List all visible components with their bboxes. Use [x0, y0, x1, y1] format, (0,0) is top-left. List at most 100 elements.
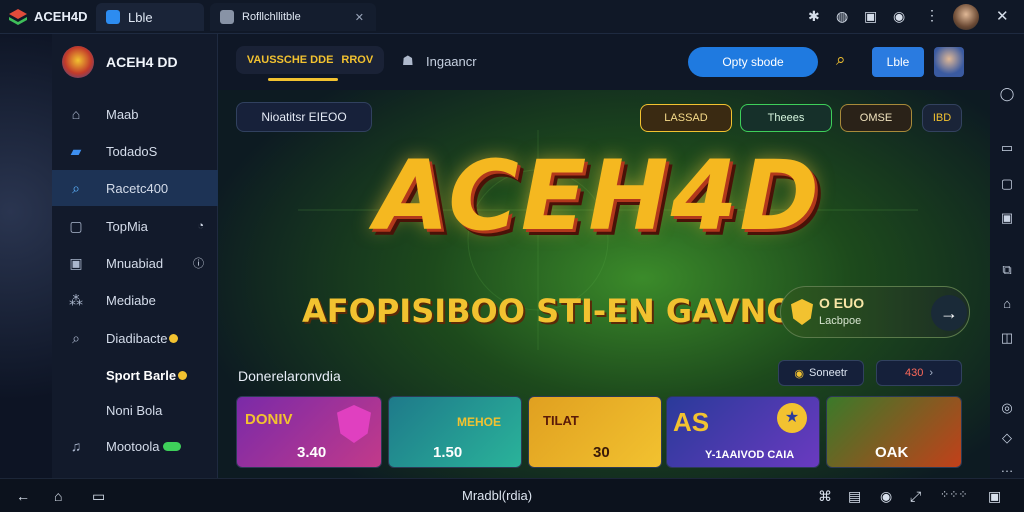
login-button[interactable]: Lble	[872, 47, 924, 77]
game-card-4[interactable]: AS ★ Y-1AAIVOD CAIA	[666, 396, 820, 468]
page-icon	[220, 10, 234, 24]
sidebar-item-bola[interactable]: Noni Bola	[52, 392, 218, 428]
tab-main[interactable]: Lble	[96, 3, 204, 31]
keyboard-icon[interactable]: ▣	[999, 210, 1015, 226]
close-icon[interactable]: ✕	[355, 11, 364, 24]
settings-icon[interactable]: ◉	[893, 8, 905, 25]
sidebar-item-label: Noni Bola	[106, 402, 163, 418]
sidebar: ACEH4 DD ⌂ Maab ▰ TodadoS ⌕ Racetc400 ▢ …	[52, 34, 218, 478]
game-card-5[interactable]: OAK	[826, 396, 962, 468]
sidebar-item-label: TopMia	[106, 218, 148, 234]
keyboard-icon[interactable]: ▤	[848, 488, 861, 505]
card-value: OAK	[875, 444, 909, 461]
chat-icon: ▢	[69, 217, 83, 234]
chip-3[interactable]: OMSE	[840, 104, 912, 132]
filter-icon: ◉	[794, 367, 805, 380]
main-content: VAUSSCHE DDE RROV ☗ Ingaancr Opty sbode …	[218, 34, 990, 478]
arrow-right-icon[interactable]: →	[931, 295, 967, 331]
app-title: ACEH4D	[34, 9, 88, 24]
fullscreen-icon[interactable]: ▢	[999, 176, 1015, 192]
sidebar-item-home[interactable]: ⌂ Maab	[52, 96, 218, 132]
globe-icon[interactable]: ◍	[836, 8, 848, 25]
location-icon[interactable]: ◉	[880, 488, 892, 505]
shield-icon	[791, 299, 813, 325]
top-nav: VAUSSCHE DDE RROV ☗ Ingaancr Opty sbode …	[218, 34, 990, 90]
tab-url[interactable]: Rofllchllitble ✕	[210, 3, 376, 31]
location-icon[interactable]: ◇	[999, 430, 1015, 446]
chip-label: OMSE	[859, 112, 893, 124]
search-button-label: Opty sbode	[722, 55, 784, 69]
sidebar-item-sport[interactable]: Sport Barle	[52, 357, 218, 393]
fullscreen-icon[interactable]: ▣	[988, 488, 1001, 505]
chip-2[interactable]: Theees	[740, 104, 832, 132]
filter-value: 430	[904, 367, 924, 379]
filter-value-button[interactable]: 430 ›	[876, 360, 962, 386]
copy-icon[interactable]: ⧉	[999, 262, 1015, 278]
tab-active-label: VAUSSCHE DDE	[246, 54, 334, 66]
chevron-right-icon: ›	[929, 367, 934, 379]
sidebar-item-label: Maab	[106, 106, 139, 122]
right-rail: ◯ ▭ ▢ ▣ ⧉ ⌂ ◫ ◎ ◇ …	[990, 34, 1024, 478]
back-icon[interactable]: ←	[16, 488, 30, 504]
recents-icon[interactable]: ▭	[92, 488, 105, 505]
hero-badge-label: Nioatitsr EIEOO	[261, 110, 347, 124]
hero-badge[interactable]: Nioatitsr EIEOO	[236, 102, 372, 132]
search-button[interactable]: Opty sbode	[688, 47, 818, 77]
bottom-bar: ← ⌂ ▭ Mradbl(rdia) ⌘ ▤ ◉ ⤢ ⁘⁘⁘ ▣	[0, 478, 1024, 512]
badge-dot-icon	[169, 333, 179, 343]
shake-icon[interactable]: ⌂	[999, 296, 1015, 312]
camera-icon[interactable]: ▣	[864, 8, 877, 25]
tab-active[interactable]: VAUSSCHE DDE RROV	[236, 46, 384, 74]
sidebar-item-race[interactable]: ⌕ Racetc400	[52, 170, 218, 206]
hero-title: ACEH4D	[374, 140, 822, 252]
more-icon[interactable]: …	[999, 460, 1015, 476]
sidebar-item-diadibacte[interactable]: ⌕ Diadibacte	[52, 320, 218, 356]
camera-icon[interactable]: ◎	[999, 400, 1015, 416]
search-icon: ⌕	[72, 329, 80, 346]
star-icon[interactable]: ✱	[808, 8, 820, 25]
game-card-2[interactable]: MEHOE 1.50	[388, 396, 522, 468]
home-icon: ⌂	[71, 106, 81, 122]
card-value: 30	[593, 444, 610, 461]
sidebar-item-top[interactable]: ▢ TopMia ◔	[52, 208, 218, 244]
bell-icon: ♫	[70, 438, 82, 454]
sidebar-item-media[interactable]: ▣ Mnuabiad ⓘ	[52, 245, 218, 281]
more-icon[interactable]: ⁘⁘⁘	[940, 488, 968, 501]
login-button-label: Lble	[886, 55, 910, 69]
sidebar-item-group[interactable]: ⁂ Mediabe	[52, 282, 218, 318]
game-card-3[interactable]: TILAT 30	[528, 396, 662, 468]
gamepad-icon[interactable]: ⌘	[818, 488, 832, 505]
promo-card[interactable]: O EUO Lacbpoe →	[780, 286, 970, 338]
close-window-icon[interactable]: ✕	[996, 7, 1009, 25]
chip-label: LASSAD	[664, 112, 708, 124]
chip-1[interactable]: LASSAD	[640, 104, 732, 132]
game-card-1[interactable]: DONIV 3.40	[236, 396, 382, 468]
sidebar-item-label: Diadibacte	[106, 330, 168, 346]
bottom-center-label: Mradbl(rdia)	[462, 488, 533, 503]
more-icon[interactable]: ⋮	[925, 7, 939, 24]
bell-icon[interactable]: ◯	[999, 86, 1015, 102]
search-icon[interactable]: ⌕	[836, 50, 846, 70]
blank-icon	[66, 400, 86, 420]
info-icon: ◔	[197, 220, 204, 232]
filter-label: Soneetr	[809, 367, 848, 379]
section-title: Donerelaronvdia	[238, 368, 341, 384]
star-icon: ★	[777, 403, 807, 433]
screenshot-icon[interactable]: ⤢	[910, 488, 921, 505]
avatar[interactable]	[953, 4, 979, 30]
user-avatar[interactable]	[934, 47, 964, 77]
sidebar-item-folder[interactable]: ▰ TodadoS	[52, 133, 218, 169]
volume-icon[interactable]: ◫	[999, 330, 1015, 346]
toggle-icon[interactable]	[163, 441, 182, 451]
window-icon[interactable]: ▭	[999, 140, 1015, 156]
tab-label: Lble	[128, 9, 153, 25]
sidebar-item-label: Mediabe	[106, 292, 156, 308]
card-label: MEHOE	[457, 415, 502, 429]
tab-other[interactable]: Ingaancr	[426, 54, 477, 69]
sidebar-item-mootoola[interactable]: ♫ Mootoola	[52, 428, 218, 464]
chip-4[interactable]: IBD	[922, 104, 962, 132]
tab-underline	[268, 78, 338, 81]
home-icon[interactable]: ⌂	[54, 488, 62, 504]
sidebar-item-label: Racetc400	[106, 180, 169, 196]
filter-button[interactable]: ◉ Soneetr	[778, 360, 864, 386]
